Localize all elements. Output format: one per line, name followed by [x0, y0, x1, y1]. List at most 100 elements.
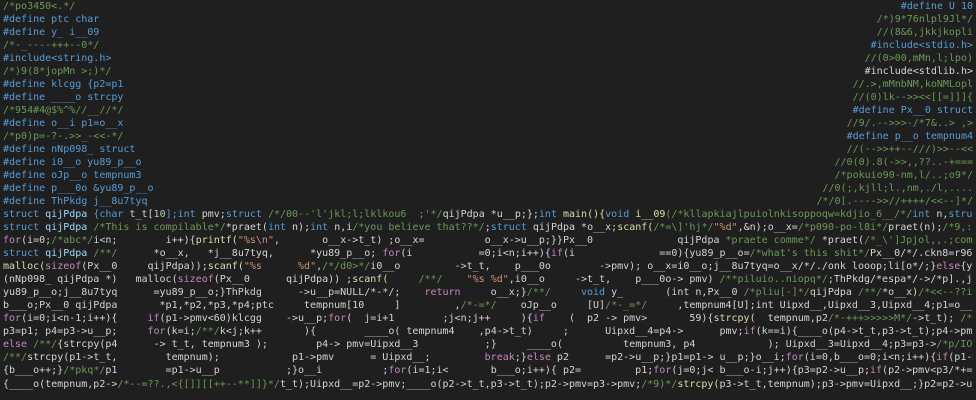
code-line[interactable]: {____o(tempnum,p2->/*--=??.,<{[]][[++--*…	[3, 377, 973, 390]
code-line[interactable]: {b___o++;}/*pkq*/p1 =p1->u__p ;}o__i ;fo…	[3, 364, 973, 377]
code-token: "%s %d"	[466, 274, 509, 285]
code-line[interactable]: for(i=0;/*abc*/i<n; i++){printf("%s\n", …	[3, 234, 973, 247]
code-token: t_t);Uipxd__=p2->pmv;____o(p2->t_t,p3->t…	[279, 379, 642, 390]
code-line[interactable]: #define nNp098_ struct //(-->>++--///)>>-…	[3, 143, 973, 156]
code-token: struct	[3, 248, 46, 259]
code-token: else	[3, 339, 28, 350]
code-line[interactable]: for(i=0;i<n-1;i++){ if(p1->pmv<60)klcgg …	[3, 312, 973, 325]
code-token: i0__o ->t_t, p___0o ->pmv); o__x=i0__o;j…	[370, 261, 937, 272]
code-line-left: /*po3450<.*/	[3, 0, 75, 13]
code-token: //0(0).8(->>,,??..-+===	[834, 157, 973, 168]
code-line-right: #include<stdio.h>	[871, 39, 973, 52]
code-token: (i=0;i<n-1;i++){	[21, 313, 148, 324]
code-token: {____o(tempnum,p2->	[3, 379, 118, 390]
code-line[interactable]: malloc(sizeof(Px__0 qijPdpa));scanf("%s …	[3, 260, 973, 273]
code-line[interactable]: #define ptc char /*)9*76nlpl9Jl*/	[3, 13, 973, 26]
code-line[interactable]: else /**/{strcpy(p4 -> t_t, tempnum3 ); …	[3, 338, 973, 351]
code-token: int	[912, 209, 937, 220]
code-token: oJp__o [U]	[496, 300, 606, 311]
code-token: tempnum,p2	[755, 313, 828, 324]
code-token: ( p2 -> pmv> 59){	[544, 313, 714, 324]
code-line[interactable]: #define ____o strcpy //(0)lk-->><<[[=]]]{	[3, 91, 973, 104]
code-token: yu89_p__o;j__8u7tyq =yu89_p__o;}ThPkdg -…	[3, 287, 425, 298]
code-token: /*abc*/	[51, 235, 94, 246]
code-token: if	[870, 365, 883, 376]
code-token: /*_\']Jpjol,,.;comme/ntp*/	[864, 235, 973, 246]
code-token: i__09	[635, 209, 666, 220]
code-token: break	[484, 352, 515, 363]
code-token: else	[526, 352, 551, 363]
code-line[interactable]: #define klcgg {p2=p1 //.>,mMnbNM,koNMLopl	[3, 78, 973, 91]
code-line[interactable]: #define ThPkdg j__8u7tyq /*/0[.---->>//++…	[3, 195, 973, 208]
code-line[interactable]: /*954#4@$%^%//__//*/ #define Px__0 struct	[3, 104, 973, 117]
code-token: /*This is compilable*/	[93, 222, 226, 233]
code-line[interactable]: yu89_p__o;j__8u7tyq =yu89_p__o;}ThPkdg -…	[3, 286, 973, 299]
code-line[interactable]: #define p___0o &yu89_p__o //0(;,kjll;l.,n…	[3, 182, 973, 195]
code-token: #define ____o strcpy	[3, 92, 124, 103]
code-token: #define p___0o &yu89_p__o	[3, 183, 154, 194]
code-token: /*)9(8*jopMn >;)*/	[3, 66, 112, 77]
code-token: #define nNp098_ struct	[3, 144, 136, 155]
code-token: /*-=*/	[460, 300, 497, 311]
code-token: /**/	[388, 274, 467, 285]
code-line[interactable]: struct qijPdpa /**/ *o__x, *j__8u7tyq, *…	[3, 247, 973, 260]
code-line-left: /*954#4@$%^%//__//*/	[3, 104, 123, 117]
code-token: /*954#4@$%^%//__//*/	[3, 105, 124, 116]
code-line[interactable]: /*p0)p=-?-.>>_-<<-*/ #define p__o tempnum…	[3, 130, 973, 143]
code-token: /*-+++>>>>>M*/	[827, 313, 913, 324]
code-line[interactable]: struct qijPdpa /*This is compilable*/*pr…	[3, 221, 973, 234]
code-line[interactable]: /**/strcpy(p1->t_t, tempnum); p1->pmv = …	[3, 351, 973, 364]
code-line[interactable]: #include<string.h> //(0>00,mMn,l;lpo)	[3, 52, 973, 65]
code-token: main(){	[563, 209, 606, 220]
code-line-left: #define klcgg {p2=p1	[3, 78, 123, 91]
code-line[interactable]: #define i0__o yu89_p__o //0(0).8(->>,,??.…	[3, 156, 973, 169]
code-token: #define p__o tempnum4	[846, 131, 973, 142]
code-token: "%d"	[713, 222, 738, 233]
code-line-left: #define o__i p1=o__x	[3, 117, 123, 130]
code-line-left: /*-_----+++--0*/	[3, 39, 99, 52]
code-line[interactable]: /*po3450<.*/ #define U 10	[3, 0, 973, 13]
code-token: ];int	[165, 209, 202, 220]
code-token: y_ (int n,Px__0	[605, 287, 744, 298]
code-area[interactable]: /*po3450<.*/#define U 10 #define ptc char…	[3, 0, 973, 400]
code-token: #define klcgg {p2=p1	[3, 79, 124, 90]
code-token: int	[267, 222, 293, 233]
code-token: strcpy(	[713, 313, 756, 324]
code-token: /*pliu[-]*/	[743, 287, 810, 298]
code-token: (/*kllapkiajlpuiolnkisoppoqw=kdjio_6__/*…	[665, 209, 913, 220]
code-token: qijPdpa	[45, 222, 94, 233]
code-token: b___o;Px__0 qijPdpa *p1,*p2,*p3,*p4;ptc …	[3, 300, 461, 311]
code-token: (i =0;i<n;i++){	[400, 248, 551, 259]
code-token: #define ThPkdg j__8u7tyq	[3, 196, 148, 207]
code-line-left: #define oJp__o tempnum3	[3, 169, 141, 182]
code-token: (i ==0){yu89_p__o=	[562, 248, 750, 259]
code-token: (i=0,b___o=0;i<n;i++){	[803, 352, 937, 363]
code-line[interactable]: #define o__i p1=o__x //9/.-->>>-/*7&..> ,…	[3, 117, 973, 130]
code-line[interactable]: #define oJp__o tempnum3 /*pokuio90-nm,l/.…	[3, 169, 973, 182]
code-token: o__x;}	[460, 287, 527, 298]
code-token: /*)9*76nlpl9Jl*/	[876, 14, 973, 25]
code-line[interactable]: /*)9(8*jopMn >;)*/ #include<stdlib.h>	[3, 65, 973, 78]
code-line[interactable]: (nNp098_ qijPdpa *) malloc(sizeof(Px__0 …	[3, 273, 973, 286]
code-token: malloc(	[3, 261, 46, 272]
code-line[interactable]: b___o;Px__0 qijPdpa *p1,*p2,*p3,*p4;ptc …	[3, 299, 973, 312]
code-line[interactable]: /*-_----+++--0*/ #include<stdio.h>	[3, 39, 973, 52]
code-token: (Px__0 qijPdpa));	[81, 261, 208, 272]
code-token: /*9,:0-*/	[942, 222, 973, 233]
code-token: /*-_----+++--0*/	[3, 40, 100, 51]
code-token: "%s %d"	[243, 261, 317, 272]
code-token: p2 =p2->u__p;}p1=p1-> u__p;}o__i;	[550, 352, 786, 363]
code-line-left: #define ptc char	[3, 13, 99, 26]
code-token: strcpy(	[677, 379, 720, 390]
code-line[interactable]: #define y_ i__09 //(8&6,jkkjkopli	[3, 26, 973, 39]
code-editor[interactable]: /*po3450<.*/#define U 10 #define ptc char…	[0, 0, 976, 400]
code-line[interactable]: p3=p1; p4=p3->u__p; for(k=i;/**/k<j;k++ …	[3, 325, 973, 338]
code-token: /* ->*/	[960, 313, 973, 324]
code-token: /**/	[3, 352, 28, 363]
code-line-right: /*pokuio90-nm,l/..;o9*/	[835, 169, 973, 182]
code-token: pmv;	[201, 209, 226, 220]
code-token: p1 =p1->u__p ;}o__i ;	[105, 365, 389, 376]
code-token: {yu89_p__o=	[960, 261, 973, 272]
code-line[interactable]: struct qijPdpa {char t_t[10];int pmv;str…	[3, 208, 973, 221]
